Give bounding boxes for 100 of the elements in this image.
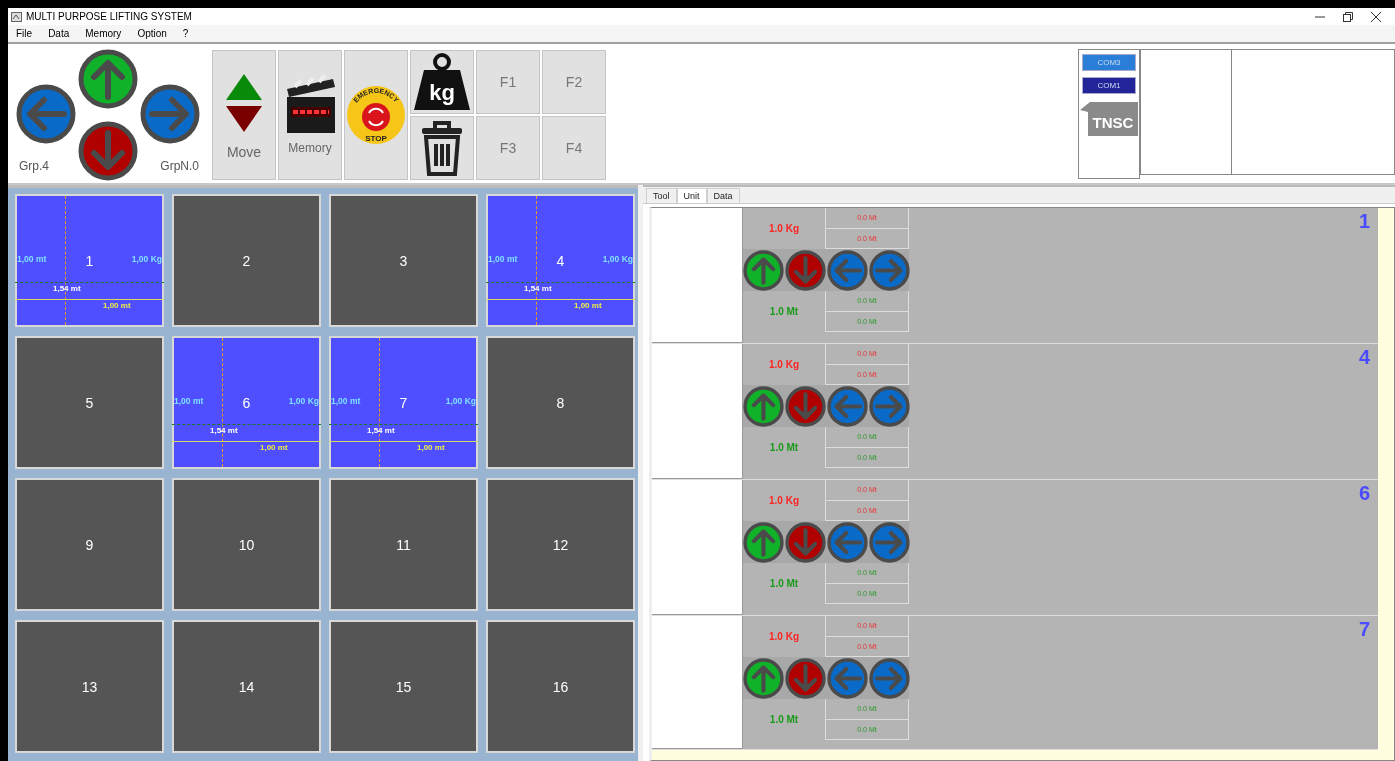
- tile-number: 3: [399, 252, 408, 269]
- up-arrow-button[interactable]: [743, 657, 784, 699]
- menu-item[interactable]: Data: [40, 28, 78, 39]
- distance-label: 1,00 mt: [174, 396, 204, 406]
- height-value: 1.0 Mt: [768, 577, 800, 591]
- up-arrow-button[interactable]: [743, 385, 784, 427]
- close-icon[interactable]: [1371, 11, 1381, 22]
- group-label: Grp.4: [19, 159, 49, 173]
- move-button[interactable]: Move: [212, 50, 276, 180]
- down-arrow-button[interactable]: [78, 121, 138, 181]
- right-arrow-button[interactable]: [869, 385, 910, 427]
- tile-number: 4: [556, 252, 565, 269]
- left-arrow-button[interactable]: [827, 249, 868, 291]
- tab[interactable]: Tool: [646, 188, 677, 203]
- height-value: 1.0 Mt: [768, 441, 800, 455]
- delete-button[interactable]: [410, 116, 474, 180]
- down-arrow-button[interactable]: [785, 385, 826, 427]
- distance-label: 1,00 mt: [488, 254, 518, 264]
- right-arrow-button[interactable]: [869, 521, 910, 563]
- weight-label: 1,00 Kg: [602, 254, 633, 264]
- group-tile[interactable]: 2: [172, 194, 321, 327]
- span-label: 1,54 mt: [210, 426, 238, 435]
- right-arrow-button[interactable]: [869, 249, 910, 291]
- tile-number: 10: [238, 536, 255, 553]
- offset-label: 1,00 mt: [574, 301, 602, 310]
- left-arrow-button[interactable]: [16, 84, 76, 144]
- app-icon: [11, 11, 22, 22]
- down-arrow-button[interactable]: [785, 521, 826, 563]
- distance-label: 1,00 mt: [331, 396, 361, 406]
- weight-button[interactable]: kg: [410, 50, 474, 114]
- left-arrow-button[interactable]: [827, 385, 868, 427]
- unit-number: 7: [1358, 618, 1370, 641]
- tile-number: 13: [81, 678, 98, 695]
- tile-number: 2: [242, 252, 251, 269]
- tab[interactable]: Data: [706, 188, 740, 203]
- group-tile[interactable]: 8: [486, 336, 635, 469]
- tile-number: 16: [552, 678, 569, 695]
- group-tile[interactable]: 11: [329, 478, 478, 611]
- down-arrow-button[interactable]: [785, 249, 826, 291]
- group-number-label: GrpN.0: [160, 159, 199, 173]
- restore-icon[interactable]: [1343, 11, 1353, 22]
- group-tile[interactable]: 15: [329, 620, 478, 753]
- left-arrow-button[interactable]: [827, 657, 868, 699]
- group-tile[interactable]: 12: [486, 478, 635, 611]
- tile-number: 15: [395, 678, 412, 695]
- memory-button[interactable]: Memory: [278, 50, 342, 180]
- offset-label: 1,00 mt: [103, 301, 131, 310]
- group-tile[interactable]: 1,00 mt 4 1,00 Kg 1,54 mt 1,00 mt: [486, 194, 635, 327]
- trash-icon: [420, 120, 464, 176]
- weight-label: 1,00 Kg: [445, 396, 476, 406]
- weight-value: 1.0 Kg: [768, 630, 800, 644]
- offset-label: 1,00 mt: [260, 443, 288, 452]
- distance-label: 1,00 mt: [17, 254, 47, 264]
- port-button[interactable]: COM1: [1082, 77, 1136, 94]
- left-arrow-button[interactable]: [827, 521, 868, 563]
- group-tile[interactable]: 1,00 mt 1 1,00 Kg 1,54 mt 1,00 mt: [15, 194, 164, 327]
- weight-label: 1,00 Kg: [131, 254, 162, 264]
- unit-number: 6: [1358, 482, 1370, 505]
- menu-item[interactable]: File: [8, 28, 41, 39]
- height-value: 1.0 Mt: [768, 305, 800, 319]
- up-arrow-button[interactable]: [78, 49, 138, 109]
- menu-item[interactable]: Memory: [77, 28, 130, 39]
- menu-item[interactable]: ?: [174, 28, 197, 39]
- group-tile[interactable]: 5: [15, 336, 164, 469]
- group-tile[interactable]: 1,00 mt 6 1,00 Kg 1,54 mt 1,00 mt: [172, 336, 321, 469]
- tile-number: 7: [399, 394, 408, 411]
- tile-number: 8: [556, 394, 565, 411]
- group-tile[interactable]: 1,00 mt 7 1,00 Kg 1,54 mt 1,00 mt: [329, 336, 478, 469]
- up-arrow-button[interactable]: [743, 521, 784, 563]
- weight-label: 1,00 Kg: [288, 396, 319, 406]
- group-tile[interactable]: 10: [172, 478, 321, 611]
- group-tile[interactable]: 16: [486, 620, 635, 753]
- height-value: 1.0 Mt: [768, 713, 800, 727]
- right-arrow-button[interactable]: [869, 657, 910, 699]
- span-label: 1,54 mt: [367, 426, 395, 435]
- group-tile[interactable]: 3: [329, 194, 478, 327]
- tile-number: 14: [238, 678, 255, 695]
- right-arrow-button[interactable]: [140, 84, 200, 144]
- group-tile[interactable]: 14: [172, 620, 321, 753]
- menu-item[interactable]: Option: [129, 28, 175, 39]
- unit-number: 4: [1358, 346, 1370, 369]
- weight-value: 1.0 Kg: [768, 494, 800, 508]
- tile-number: 1: [85, 252, 94, 269]
- window-title: MULTI PURPOSE LIFTING SYSTEM: [26, 11, 192, 22]
- group-tile[interactable]: 9: [15, 478, 164, 611]
- group-tile[interactable]: 13: [15, 620, 164, 753]
- tile-number: 11: [396, 536, 411, 553]
- up-arrow-button[interactable]: [743, 249, 784, 291]
- span-label: 1,54 mt: [53, 284, 81, 293]
- tile-number: 5: [85, 394, 94, 411]
- tile-number: 6: [242, 394, 251, 411]
- weight-value: 1.0 Kg: [768, 358, 800, 372]
- tile-number: 9: [85, 536, 94, 553]
- offset-label: 1,00 mt: [417, 443, 445, 452]
- span-label: 1,54 mt: [524, 284, 552, 293]
- weight-value: 1.0 Kg: [768, 222, 800, 236]
- tile-number: 12: [552, 536, 569, 553]
- unit-number: 1: [1358, 210, 1370, 233]
- down-arrow-button[interactable]: [785, 657, 826, 699]
- tab[interactable]: Unit: [676, 188, 707, 203]
